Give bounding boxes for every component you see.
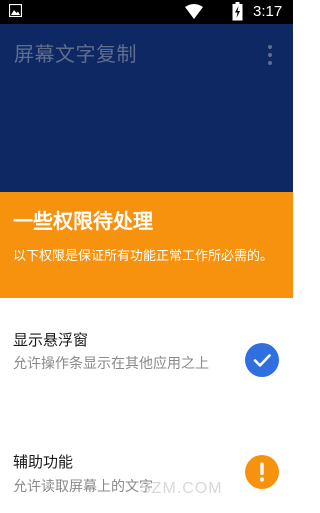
app-title: 屏幕文字复制 bbox=[14, 42, 137, 66]
status-time: 3:17 bbox=[253, 3, 283, 20]
wifi-icon bbox=[185, 4, 203, 19]
pending-permissions-banner: 一些权限待处理 以下权限是保证所有功能正常工作所必需的。 bbox=[0, 192, 293, 298]
status-bar: 3:17 bbox=[0, 0, 293, 24]
banner-title: 一些权限待处理 bbox=[13, 209, 153, 233]
permission-title: 显示悬浮窗 bbox=[13, 331, 89, 349]
image-icon bbox=[9, 4, 22, 17]
check-icon bbox=[245, 343, 279, 377]
permission-description: 允许操作条显示在其他应用之上 bbox=[13, 356, 209, 372]
app-bar: 屏幕文字复制 bbox=[0, 24, 293, 192]
more-vert-icon[interactable] bbox=[264, 44, 276, 66]
banner-description: 以下权限是保证所有功能正常工作所必需的。 bbox=[13, 249, 274, 264]
warning-icon bbox=[245, 455, 279, 489]
watermark: SZM.COM bbox=[140, 480, 223, 497]
permission-title: 辅助功能 bbox=[13, 453, 74, 471]
battery-icon bbox=[232, 2, 243, 21]
permission-item-overlay[interactable]: 显示悬浮窗 允许操作条显示在其他应用之上 bbox=[0, 298, 293, 410]
